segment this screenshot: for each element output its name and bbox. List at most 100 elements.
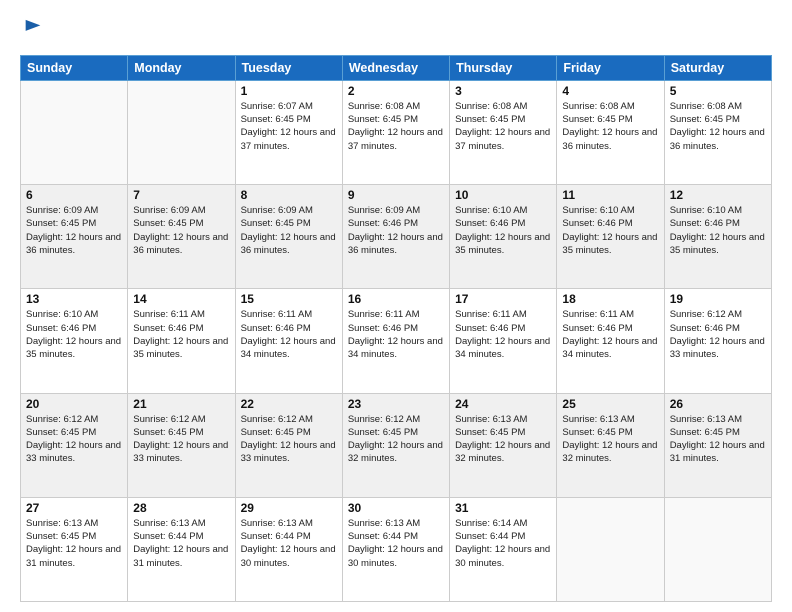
day-info: Sunrise: 6:10 AM Sunset: 6:46 PM Dayligh… <box>562 204 658 257</box>
calendar-cell: 2 Sunrise: 6:08 AM Sunset: 6:45 PM Daylig… <box>342 80 449 184</box>
calendar-header-row: SundayMondayTuesdayWednesdayThursdayFrid… <box>21 55 772 80</box>
calendar-cell: 26 Sunrise: 6:13 AM Sunset: 6:45 PM Dayli… <box>664 393 771 497</box>
calendar-cell: 10 Sunrise: 6:10 AM Sunset: 6:46 PM Dayli… <box>450 185 557 289</box>
calendar-cell: 30Sunrise: 6:13 AM Sunset: 6:44 PM Dayli… <box>342 497 449 601</box>
page: SundayMondayTuesdayWednesdayThursdayFrid… <box>0 0 792 612</box>
day-number: 21 <box>133 397 229 411</box>
day-number: 6 <box>26 188 122 202</box>
day-info: Sunrise: 6:08 AM Sunset: 6:45 PM Dayligh… <box>348 100 444 153</box>
calendar-week-row: 1 Sunrise: 6:07 AM Sunset: 6:45 PM Daylig… <box>21 80 772 184</box>
day-info: Sunrise: 6:12 AM Sunset: 6:45 PM Dayligh… <box>133 413 229 466</box>
day-info: Sunrise: 6:08 AM Sunset: 6:45 PM Dayligh… <box>670 100 766 153</box>
logo <box>20 18 44 45</box>
day-number: 11 <box>562 188 658 202</box>
calendar-cell: 15Sunrise: 6:11 AM Sunset: 6:46 PM Dayli… <box>235 289 342 393</box>
calendar-cell: 28Sunrise: 6:13 AM Sunset: 6:44 PM Dayli… <box>128 497 235 601</box>
day-number: 1 <box>241 84 337 98</box>
calendar-cell: 17 Sunrise: 6:11 AM Sunset: 6:46 PM Dayli… <box>450 289 557 393</box>
day-number: 12 <box>670 188 766 202</box>
calendar-cell: 3Sunrise: 6:08 AM Sunset: 6:45 PM Daylig… <box>450 80 557 184</box>
calendar-cell: 23Sunrise: 6:12 AM Sunset: 6:45 PM Dayli… <box>342 393 449 497</box>
day-info: Sunrise: 6:11 AM Sunset: 6:46 PM Dayligh… <box>455 308 551 361</box>
day-number: 27 <box>26 501 122 515</box>
weekday-header-saturday: Saturday <box>664 55 771 80</box>
day-number: 16 <box>348 292 444 306</box>
calendar-cell <box>21 80 128 184</box>
calendar-cell: 19 Sunrise: 6:12 AM Sunset: 6:46 PM Dayli… <box>664 289 771 393</box>
day-info: Sunrise: 6:13 AM Sunset: 6:45 PM Dayligh… <box>670 413 766 466</box>
calendar-week-row: 27 Sunrise: 6:13 AM Sunset: 6:45 PM Dayli… <box>21 497 772 601</box>
calendar-cell: 24 Sunrise: 6:13 AM Sunset: 6:45 PM Dayli… <box>450 393 557 497</box>
calendar-cell: 5 Sunrise: 6:08 AM Sunset: 6:45 PM Daylig… <box>664 80 771 184</box>
day-number: 23 <box>348 397 444 411</box>
calendar-cell: 6 Sunrise: 6:09 AM Sunset: 6:45 PM Daylig… <box>21 185 128 289</box>
day-number: 19 <box>670 292 766 306</box>
day-number: 13 <box>26 292 122 306</box>
day-number: 5 <box>670 84 766 98</box>
day-info: Sunrise: 6:11 AM Sunset: 6:46 PM Dayligh… <box>133 308 229 361</box>
calendar-week-row: 13 Sunrise: 6:10 AM Sunset: 6:46 PM Dayli… <box>21 289 772 393</box>
calendar-cell: 14Sunrise: 6:11 AM Sunset: 6:46 PM Dayli… <box>128 289 235 393</box>
day-number: 9 <box>348 188 444 202</box>
calendar-cell: 22 Sunrise: 6:12 AM Sunset: 6:45 PM Dayli… <box>235 393 342 497</box>
day-number: 29 <box>241 501 337 515</box>
weekday-header-tuesday: Tuesday <box>235 55 342 80</box>
weekday-header-sunday: Sunday <box>21 55 128 80</box>
calendar-cell <box>128 80 235 184</box>
calendar-cell: 29 Sunrise: 6:13 AM Sunset: 6:44 PM Dayli… <box>235 497 342 601</box>
day-info: Sunrise: 6:08 AM Sunset: 6:45 PM Dayligh… <box>562 100 658 153</box>
day-number: 30 <box>348 501 444 515</box>
day-info: Sunrise: 6:13 AM Sunset: 6:45 PM Dayligh… <box>455 413 551 466</box>
day-info: Sunrise: 6:09 AM Sunset: 6:45 PM Dayligh… <box>26 204 122 257</box>
calendar-cell: 13 Sunrise: 6:10 AM Sunset: 6:46 PM Dayli… <box>21 289 128 393</box>
calendar-cell: 9Sunrise: 6:09 AM Sunset: 6:46 PM Daylig… <box>342 185 449 289</box>
calendar-cell: 12Sunrise: 6:10 AM Sunset: 6:46 PM Dayli… <box>664 185 771 289</box>
calendar-week-row: 20Sunrise: 6:12 AM Sunset: 6:45 PM Dayli… <box>21 393 772 497</box>
calendar-cell: 1 Sunrise: 6:07 AM Sunset: 6:45 PM Daylig… <box>235 80 342 184</box>
day-info: Sunrise: 6:13 AM Sunset: 6:44 PM Dayligh… <box>241 517 337 570</box>
calendar-cell: 7 Sunrise: 6:09 AM Sunset: 6:45 PM Daylig… <box>128 185 235 289</box>
calendar-cell <box>557 497 664 601</box>
day-info: Sunrise: 6:13 AM Sunset: 6:44 PM Dayligh… <box>133 517 229 570</box>
day-number: 4 <box>562 84 658 98</box>
day-info: Sunrise: 6:13 AM Sunset: 6:45 PM Dayligh… <box>26 517 122 570</box>
day-info: Sunrise: 6:13 AM Sunset: 6:45 PM Dayligh… <box>562 413 658 466</box>
day-info: Sunrise: 6:11 AM Sunset: 6:46 PM Dayligh… <box>562 308 658 361</box>
day-info: Sunrise: 6:14 AM Sunset: 6:44 PM Dayligh… <box>455 517 551 570</box>
header <box>20 18 772 45</box>
day-info: Sunrise: 6:12 AM Sunset: 6:45 PM Dayligh… <box>241 413 337 466</box>
calendar-cell: 27 Sunrise: 6:13 AM Sunset: 6:45 PM Dayli… <box>21 497 128 601</box>
day-number: 26 <box>670 397 766 411</box>
weekday-header-thursday: Thursday <box>450 55 557 80</box>
day-info: Sunrise: 6:09 AM Sunset: 6:45 PM Dayligh… <box>133 204 229 257</box>
logo-text <box>20 18 44 45</box>
day-number: 24 <box>455 397 551 411</box>
day-number: 7 <box>133 188 229 202</box>
calendar-cell: 31 Sunrise: 6:14 AM Sunset: 6:44 PM Dayli… <box>450 497 557 601</box>
day-info: Sunrise: 6:07 AM Sunset: 6:45 PM Dayligh… <box>241 100 337 153</box>
calendar-cell <box>664 497 771 601</box>
day-number: 31 <box>455 501 551 515</box>
day-info: Sunrise: 6:08 AM Sunset: 6:45 PM Dayligh… <box>455 100 551 153</box>
day-number: 25 <box>562 397 658 411</box>
day-info: Sunrise: 6:09 AM Sunset: 6:45 PM Dayligh… <box>241 204 337 257</box>
calendar-table: SundayMondayTuesdayWednesdayThursdayFrid… <box>20 55 772 602</box>
day-number: 15 <box>241 292 337 306</box>
day-info: Sunrise: 6:10 AM Sunset: 6:46 PM Dayligh… <box>455 204 551 257</box>
day-number: 22 <box>241 397 337 411</box>
calendar-cell: 18 Sunrise: 6:11 AM Sunset: 6:46 PM Dayli… <box>557 289 664 393</box>
weekday-header-wednesday: Wednesday <box>342 55 449 80</box>
day-number: 10 <box>455 188 551 202</box>
logo-flag-icon <box>22 18 44 40</box>
day-info: Sunrise: 6:10 AM Sunset: 6:46 PM Dayligh… <box>26 308 122 361</box>
day-info: Sunrise: 6:12 AM Sunset: 6:46 PM Dayligh… <box>670 308 766 361</box>
day-number: 18 <box>562 292 658 306</box>
day-number: 2 <box>348 84 444 98</box>
calendar-cell: 4 Sunrise: 6:08 AM Sunset: 6:45 PM Daylig… <box>557 80 664 184</box>
calendar-week-row: 6 Sunrise: 6:09 AM Sunset: 6:45 PM Daylig… <box>21 185 772 289</box>
calendar-cell: 20Sunrise: 6:12 AM Sunset: 6:45 PM Dayli… <box>21 393 128 497</box>
calendar-cell: 25 Sunrise: 6:13 AM Sunset: 6:45 PM Dayli… <box>557 393 664 497</box>
calendar-cell: 16Sunrise: 6:11 AM Sunset: 6:46 PM Dayli… <box>342 289 449 393</box>
day-number: 17 <box>455 292 551 306</box>
weekday-header-friday: Friday <box>557 55 664 80</box>
